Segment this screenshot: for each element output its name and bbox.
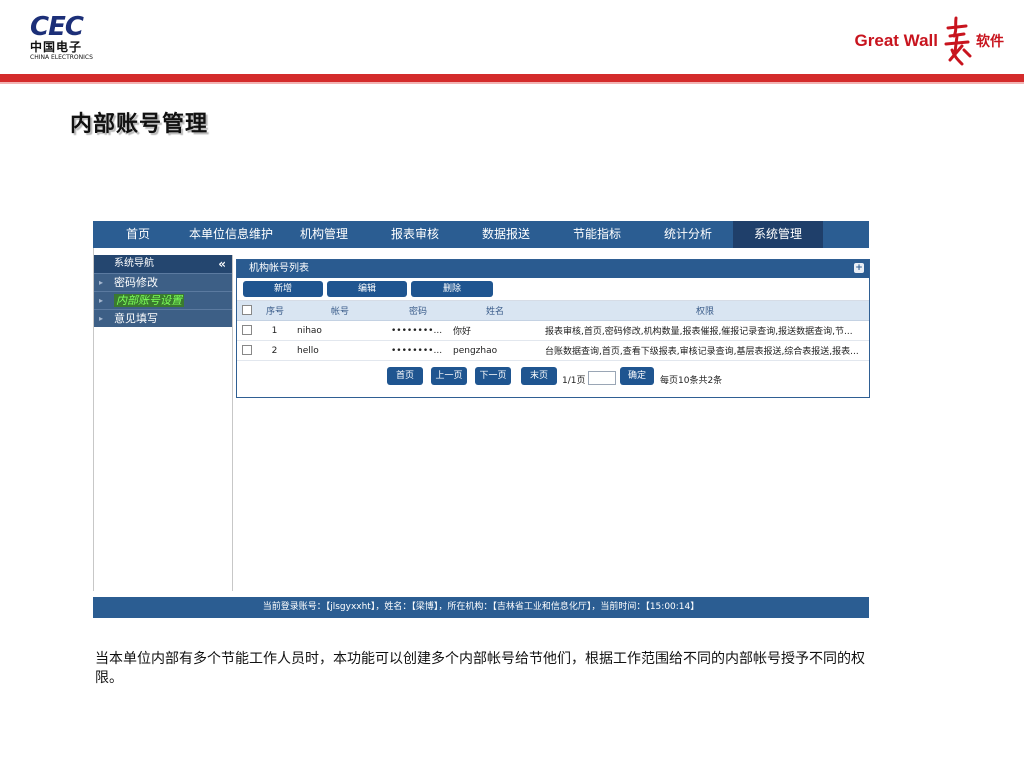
nav-item-6[interactable]: 统计分析 [643,221,733,248]
cell-index: 1 [257,320,293,341]
row-select-cell [237,340,257,361]
delete-button[interactable]: 删除 [411,281,493,297]
prev-page-button[interactable]: 上一页 [431,367,467,385]
sidebar-item-label: 内部账号设置 [114,294,184,307]
cell-permissions: 台账数据查询,首页,查看下级报表,审核记录查询,基层表报送,综合表报送,报表..… [541,340,869,361]
great-wall-calligraphy-icon [944,16,972,66]
row-checkbox[interactable] [242,325,252,336]
cell-account: hello [293,340,387,361]
nav-item-5[interactable]: 节能指标 [551,221,643,248]
sidebar-bullet-icon: ▸ [99,296,104,305]
sidebar-item-label: 密码修改 [114,276,158,289]
cell-index: 2 [257,340,293,361]
account-list-panel: 机构帐号列表 + 新增 编辑 删除 序号 帐号 密码 姓名 权限 1 nihao… [236,259,870,398]
slide-caption: 当本单位内部有多个节能工作人员时，本功能可以创建多个内部帐号给节他们，根据工作范… [95,651,865,686]
header-divider [0,74,1024,84]
sidebar-title: 系统导航 [114,258,154,269]
panel-toolbar: 新增 编辑 删除 [237,278,869,301]
row-select-cell [237,320,257,341]
sidebar-header: 系统导航 « [94,255,232,273]
slide-title: 内部账号管理 [70,112,209,137]
cell-password: ••••••••... [387,340,449,361]
select-all-checkbox[interactable] [242,305,252,316]
cell-account: nihao [293,320,387,341]
nav-item-7[interactable]: 系统管理 [733,221,823,248]
cell-name: pengzhao [449,340,541,361]
nav-item-4[interactable]: 数据报送 [461,221,551,248]
column-header: 姓名 [449,301,541,321]
goto-confirm-button[interactable]: 确定 [620,367,654,385]
goto-page-input[interactable] [588,371,616,385]
column-header: 帐号 [293,301,387,321]
next-page-button[interactable]: 下一页 [475,367,511,385]
nav-item-0[interactable]: 首页 [93,221,183,248]
table-row[interactable]: 1 nihao ••••••••... 你好 报表审核,首页,密码修改,机构数量,报表催… [237,320,869,341]
great-wall-logo-software: 软件 [976,34,1004,50]
sidebar-item-1[interactable]: ▸ 内部账号设置 [94,291,232,309]
sidebar-item-2[interactable]: ▸ 意见填写 [94,309,232,327]
nav-item-3[interactable]: 报表审核 [369,221,461,248]
cec-logo: CEC 中国电子 CHINA ELECTRONICS [30,14,100,66]
page-summary: 每页10条共2条 [660,376,723,386]
great-wall-logo-text: Great Wall [854,31,938,50]
first-page-button[interactable]: 首页 [387,367,423,385]
top-navigation: 首页 本单位信息维护 机构管理 报表审核 数据报送 节能指标 统计分析 系统管理 [93,221,869,248]
row-checkbox[interactable] [242,345,252,356]
sidebar-item-0[interactable]: ▸ 密码修改 [94,273,232,291]
nav-item-1[interactable]: 本单位信息维护 [183,221,279,248]
table-header-row: 序号 帐号 密码 姓名 权限 [237,301,869,321]
sidebar: 系统导航 « ▸ 密码修改 ▸ 内部账号设置 ▸ 意见填写 [94,255,233,591]
edit-button[interactable]: 编辑 [327,281,407,297]
column-header: 序号 [257,301,293,321]
sidebar-bullet-icon: ▸ [99,278,104,287]
panel-title: 机构帐号列表 [249,263,309,274]
cell-permissions: 报表审核,首页,密码修改,机构数量,报表催报,催报记录查询,报送数据查询,节..… [541,320,869,341]
app-window: 首页 本单位信息维护 机构管理 报表审核 数据报送 节能指标 统计分析 系统管理 系统导航 «… [93,221,870,618]
panel-expand-icon[interactable]: + [854,263,864,273]
last-page-button[interactable]: 末页 [521,367,557,385]
app-body: 系统导航 « ▸ 密码修改 ▸ 内部账号设置 ▸ 意见填写 机构帐号列表 + 新增 编辑 … [93,248,870,591]
cec-logo-chinese: 中国电子 [30,40,83,54]
status-bar: 当前登录账号：【jlsgyxxht】，姓名：【梁博】，所在机构：【吉林省工业和信… [93,597,869,618]
column-header: 权限 [541,301,869,321]
panel-header: 机构帐号列表 + [237,260,869,278]
add-button[interactable]: 新增 [243,281,323,297]
nav-item-2[interactable]: 机构管理 [279,221,369,248]
sidebar-item-label: 意见填写 [114,312,158,325]
cec-logo-english: CHINA ELECTRONICS [30,54,93,61]
cec-logo-mark: CEC [30,12,84,42]
column-header: 密码 [387,301,449,321]
sidebar-bullet-icon: ▸ [99,314,104,323]
select-all-cell [237,301,257,321]
cell-name: 你好 [449,320,541,341]
cell-password: ••••••••... [387,320,449,341]
table-row[interactable]: 2 hello ••••••••... pengzhao 台账数据查询,首页,查看下级报… [237,340,869,361]
great-wall-logo: Great Wall 软件 [855,12,1004,70]
page-info: 1/1页 [562,376,586,386]
sidebar-collapse-icon[interactable]: « [218,255,226,273]
pager: 首页 上一页 下一页 末页 1/1页 确定 每页10条共2条 [237,361,869,393]
account-table: 序号 帐号 密码 姓名 权限 1 nihao ••••••••... 你好 报表审核,首… [237,301,869,361]
